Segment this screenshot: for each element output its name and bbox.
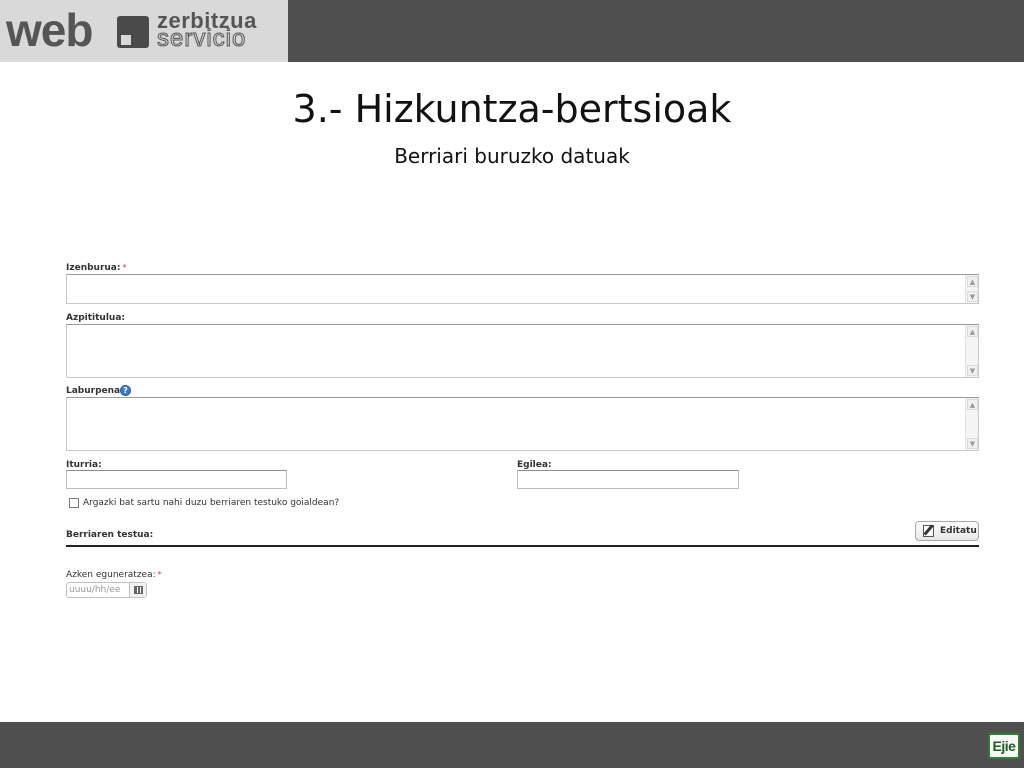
laburpena-scrollbar[interactable]: ▲ ▼ (965, 398, 978, 450)
logo-brand-word: web (6, 4, 93, 56)
scroll-up-icon[interactable]: ▲ (967, 276, 978, 287)
image-checkbox-label: Argazki bat sartu nahi duzu berriaren te… (83, 498, 340, 508)
calendar-icon[interactable] (129, 583, 146, 597)
edit-button[interactable]: Editatu (915, 521, 979, 541)
footer-bar (0, 722, 1024, 768)
izenburua-textarea[interactable]: ▲ ▼ (66, 274, 979, 304)
scroll-down-icon[interactable]: ▼ (967, 291, 978, 302)
laburpena-label: Laburpena: (66, 386, 124, 396)
izenburua-scrollbar[interactable]: ▲ ▼ (965, 275, 978, 303)
question-icon[interactable]: ? (120, 385, 131, 396)
azpititulua-label: Azpititulua: (66, 313, 125, 323)
required-mark: * (157, 570, 162, 579)
ejie-logo: Ejie (988, 733, 1020, 759)
scroll-up-icon[interactable]: ▲ (967, 399, 978, 410)
body-text-label: Berriaren testua: (66, 530, 154, 540)
page-subtitle: Berriari buruzko datuak (394, 144, 630, 168)
scroll-down-icon[interactable]: ▼ (967, 438, 978, 449)
required-mark: * (122, 263, 127, 272)
header-bar: web zerbitzua servicio (0, 0, 1024, 62)
scroll-up-icon[interactable]: ▲ (967, 326, 978, 337)
edit-icon (923, 525, 934, 537)
logo-mark-icon (117, 16, 149, 48)
web-zerbitzua-logo: web zerbitzua servicio (0, 0, 288, 62)
logo-line-2: servicio (156, 25, 247, 52)
page-title: 3.- Hizkuntza-bertsioak (292, 87, 732, 131)
image-checkbox[interactable] (69, 498, 79, 508)
iturria-input[interactable] (66, 470, 287, 489)
egilea-input[interactable] (517, 470, 739, 489)
azpititulua-scrollbar[interactable]: ▲ ▼ (965, 325, 978, 377)
scroll-down-icon[interactable]: ▼ (967, 365, 978, 376)
izenburua-label: Izenburua: * (66, 263, 127, 273)
last-update-label: Azken eguneratzea: * (66, 570, 162, 580)
laburpena-textarea[interactable]: ▲ ▼ (66, 397, 979, 451)
body-text-divider (66, 545, 979, 547)
edit-button-label: Editatu (940, 526, 977, 536)
azpititulua-textarea[interactable]: ▲ ▼ (66, 324, 979, 378)
date-placeholder: uuuu/hh/ee (69, 585, 121, 595)
last-update-date-field[interactable]: uuuu/hh/ee (66, 582, 147, 598)
